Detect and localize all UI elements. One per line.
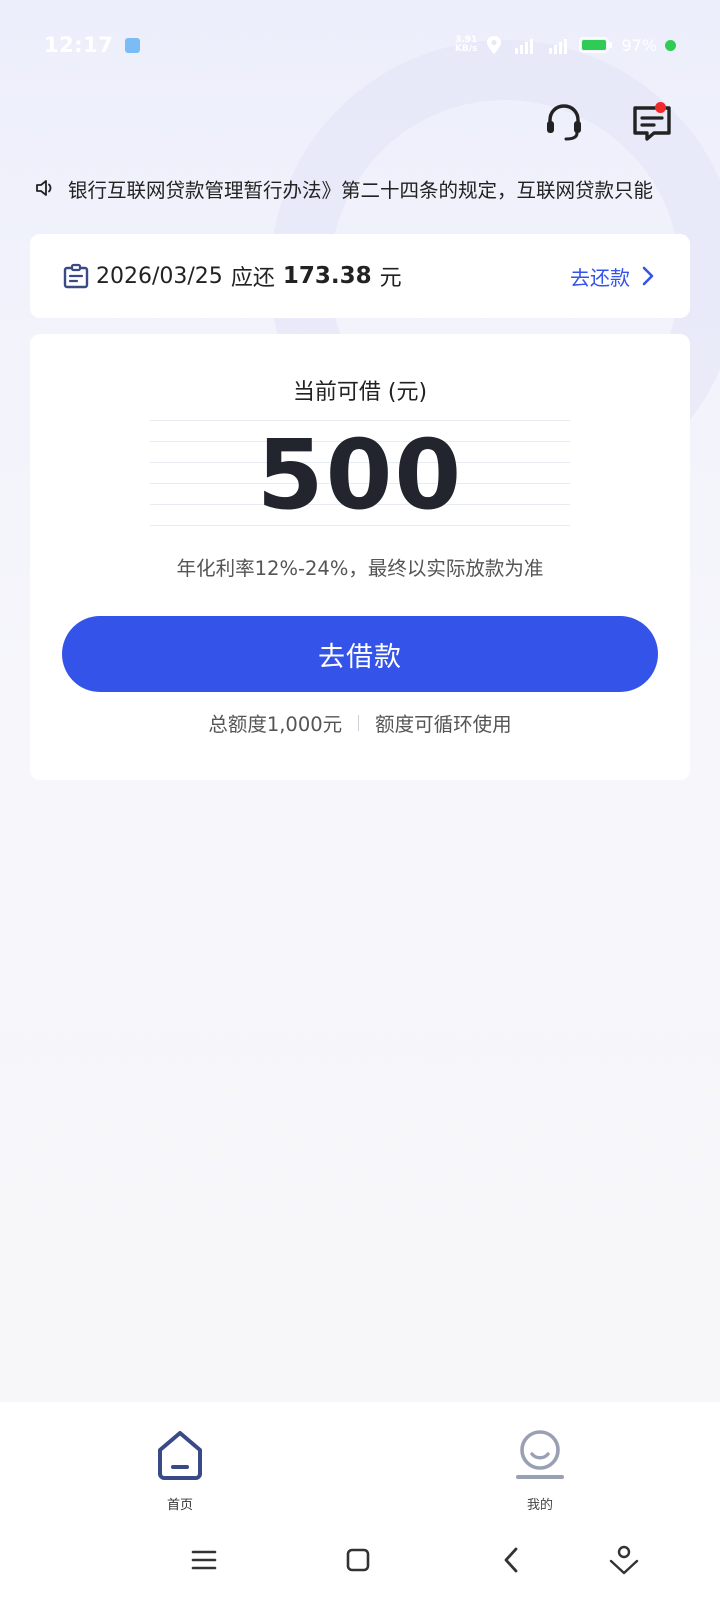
battery-level: 97% (621, 35, 657, 55)
interest-rate-text: 年化利率12%-24%，最终以实际放款为准 (176, 557, 544, 580)
header-actions (542, 100, 674, 144)
network-speed-unit: KB/s (454, 44, 478, 54)
repay-amount: 173.38 (282, 263, 372, 289)
assistant-icon[interactable] (606, 1542, 642, 1578)
message-button[interactable] (630, 100, 674, 144)
nav-item-home[interactable]: 首页 (0, 1402, 360, 1520)
notice-text: 银行互联网贷款管理暂行办法》第二十四条的规定，互联网贷款只能 (68, 178, 654, 202)
available-amount-area: 500 (150, 420, 570, 530)
home-square-icon[interactable] (340, 1542, 376, 1578)
status-indicators: 3.91 KB/s 97% (455, 35, 676, 55)
signal-icon (515, 39, 534, 54)
battery-icon (579, 37, 613, 53)
quota-note: 额度可循环使用 (375, 713, 512, 736)
home-icon (158, 1431, 202, 1480)
notice-bar[interactable]: 银行互联网贷款管理暂行办法》第二十四条的规定，互联网贷款只能 (34, 168, 684, 208)
nav-item-profile[interactable]: 我的 (360, 1402, 720, 1520)
nav-label-profile: 我的 (526, 1498, 553, 1513)
repay-date: 2026/03/25 (96, 263, 223, 289)
repay-unit: 元 (379, 266, 402, 291)
chevron-right-icon (642, 266, 654, 286)
privacy-indicator (665, 39, 676, 51)
menu-icon[interactable] (186, 1542, 222, 1578)
quota-info: 总额度1,000元 额度可循环使用 (30, 708, 690, 737)
bottom-navigation: 首页 我的 (0, 1402, 720, 1520)
network-speed: 3.91 KB/s (455, 36, 477, 54)
status-time: 12:17 (44, 33, 114, 57)
message-badge (655, 102, 666, 113)
repayment-card: 2026/03/25 应还 173.38 元 去还款 (30, 234, 690, 318)
bill-icon (63, 263, 89, 289)
profile-icon (516, 1430, 564, 1479)
nav-label-home: 首页 (166, 1498, 193, 1513)
message-icon (633, 106, 671, 141)
quota-divider (358, 714, 360, 731)
available-amount: 500 (256, 419, 464, 531)
app-notification-icon (125, 37, 141, 53)
repay-due-label: 应还 (230, 266, 275, 291)
speaker-icon (36, 180, 52, 196)
available-credit-title: 当前可借 (元) (292, 380, 428, 405)
back-icon[interactable] (494, 1542, 530, 1578)
go-repay-label: 去还款 (570, 265, 630, 290)
borrow-button[interactable]: 去借款 (62, 616, 658, 692)
total-quota: 总额度1,000元 (208, 713, 343, 736)
customer-service-icon (547, 104, 581, 141)
signal-icon-2 (549, 39, 568, 54)
system-navigation-bar (0, 1520, 720, 1600)
loan-card: 当前可借 (元) 500 年化利率12%-24%，最终以实际放款为准 去借款 总… (30, 334, 690, 780)
location-icon (487, 36, 502, 54)
status-bar: 12:17 3.91 KB/s 97% (0, 0, 720, 90)
go-repay-link[interactable]: 去还款 (570, 262, 656, 291)
customer-service-button[interactable] (542, 100, 586, 144)
